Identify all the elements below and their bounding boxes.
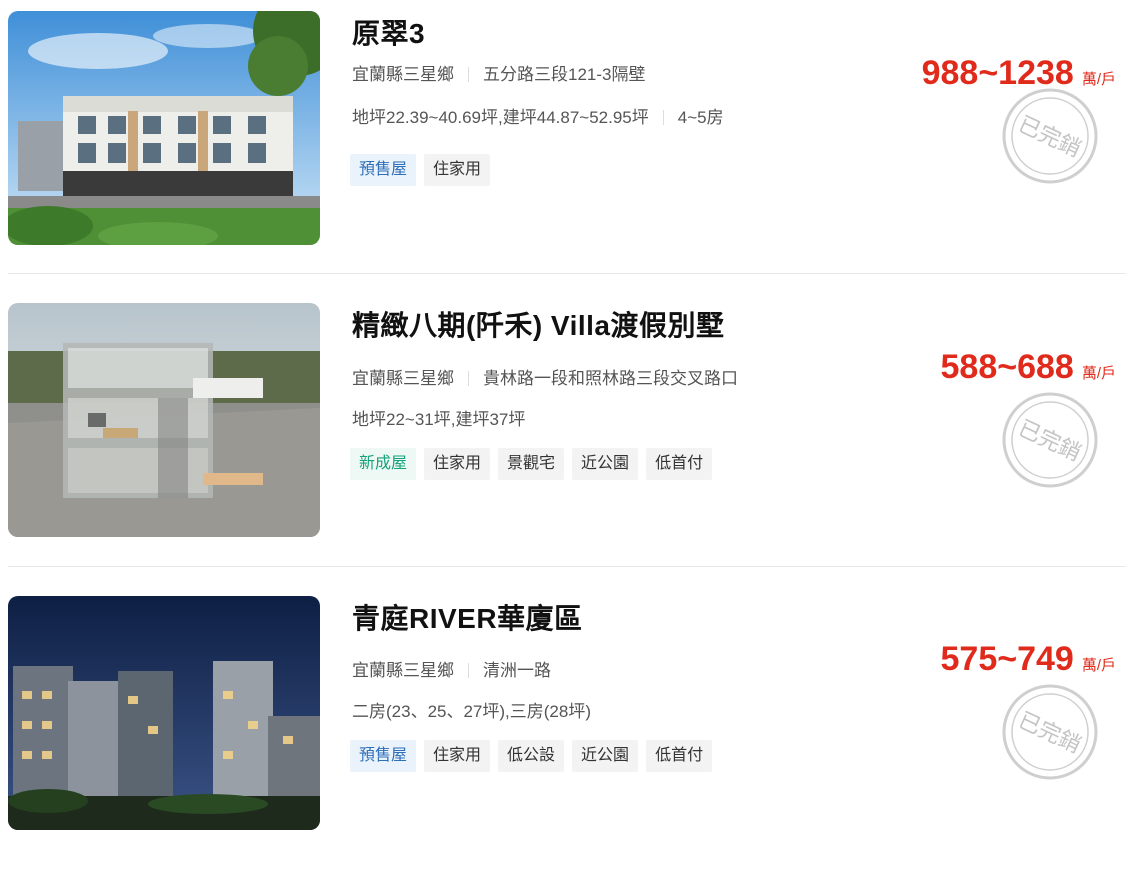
tag-new-house: 新成屋 xyxy=(350,448,417,480)
listing-location: 宜蘭縣三星鄉 五分路三段121-3隔壁 xyxy=(352,60,645,85)
divider xyxy=(8,273,1126,274)
listing-specs: 地坪22.39~40.69坪,建坪44.87~52.95坪 4~5房 xyxy=(352,103,724,128)
district-text: 宜蘭縣三星鄉 xyxy=(352,661,454,680)
area-text: 二房(23、25、27坪),三房(28坪) xyxy=(352,702,592,721)
building-rendering-image xyxy=(8,11,320,245)
address-text: 五分路三段121-3隔壁 xyxy=(483,65,646,84)
tag-list: 新成屋 住家用 景觀宅 近公園 低首付 xyxy=(350,448,713,480)
price-block: 575~749 萬/戶 xyxy=(941,640,1116,679)
listing-photo[interactable] xyxy=(8,303,320,537)
listing-title[interactable]: 原翠3 xyxy=(352,12,425,52)
sold-out-stamp-icon: 已完銷 xyxy=(1002,684,1098,780)
price-unit: 萬/戶 xyxy=(1081,365,1116,382)
tag-near-park: 近公園 xyxy=(572,448,639,480)
address-text: 清洲一路 xyxy=(483,661,551,680)
listing-specs: 地坪22~31坪,建坪37坪 xyxy=(352,405,525,430)
listing-card[interactable]: 精緻八期(阡禾) Villa渡假別墅 宜蘭縣三星鄉 貴林路一段和照林路三段交叉路口… xyxy=(0,292,1130,584)
rooms-text: 4~5房 xyxy=(677,108,724,127)
tag-view: 景觀宅 xyxy=(498,448,565,480)
listing-location: 宜蘭縣三星鄉 貴林路一段和照林路三段交叉路口 xyxy=(352,364,738,389)
listing-card[interactable]: 青庭RIVER華廈區 宜蘭縣三星鄉 清洲一路 二房(23、25、27坪),三房(2… xyxy=(0,585,1130,877)
tag-low-down-payment: 低首付 xyxy=(646,448,713,480)
tag-list: 預售屋 住家用 xyxy=(350,154,491,186)
separator xyxy=(468,371,469,386)
price-unit: 萬/戶 xyxy=(1081,657,1116,674)
area-text: 地坪22.39~40.69坪,建坪44.87~52.95坪 xyxy=(352,108,649,127)
listing-card[interactable]: 原翠3 宜蘭縣三星鄉 五分路三段121-3隔壁 地坪22.39~40.69坪,建坪… xyxy=(0,0,1130,292)
separator xyxy=(468,67,469,82)
tag-low-public-area: 低公設 xyxy=(498,740,565,772)
address-text: 貴林路一段和照林路三段交叉路口 xyxy=(483,369,738,388)
listing-title[interactable]: 精緻八期(阡禾) Villa渡假別墅 xyxy=(352,304,725,344)
stamp-text: 已完銷 xyxy=(1014,708,1084,759)
listing-specs: 二房(23、25、27坪),三房(28坪) xyxy=(352,697,591,722)
price-block: 588~688 萬/戶 xyxy=(941,348,1116,387)
building-rendering-image xyxy=(8,596,320,830)
tag-presale: 預售屋 xyxy=(350,740,417,772)
listing-location: 宜蘭縣三星鄉 清洲一路 xyxy=(352,656,551,681)
divider xyxy=(8,566,1126,567)
building-rendering-image xyxy=(8,303,320,537)
separator xyxy=(662,110,664,125)
tag-list: 預售屋 住家用 低公設 近公園 低首付 xyxy=(350,740,713,772)
price-value: 588~688 xyxy=(940,348,1074,386)
price-value: 575~749 xyxy=(940,640,1074,678)
stamp-text: 已完銷 xyxy=(1014,416,1084,467)
sold-out-stamp-icon: 已完銷 xyxy=(1002,392,1098,488)
sold-out-stamp-icon: 已完銷 xyxy=(1002,88,1098,184)
tag-residential: 住家用 xyxy=(424,154,491,186)
tag-residential: 住家用 xyxy=(424,448,491,480)
tag-presale: 預售屋 xyxy=(350,154,417,186)
stamp-text: 已完銷 xyxy=(1014,112,1084,163)
area-text: 地坪22~31坪,建坪37坪 xyxy=(352,410,526,429)
listing-photo[interactable] xyxy=(8,596,320,830)
district-text: 宜蘭縣三星鄉 xyxy=(352,65,454,84)
listing-photo[interactable] xyxy=(8,11,320,245)
district-text: 宜蘭縣三星鄉 xyxy=(352,369,454,388)
tag-residential: 住家用 xyxy=(424,740,491,772)
separator xyxy=(468,663,469,678)
tag-near-park: 近公園 xyxy=(572,740,639,772)
tag-low-down-payment: 低首付 xyxy=(646,740,713,772)
listing-title[interactable]: 青庭RIVER華廈區 xyxy=(352,597,583,637)
